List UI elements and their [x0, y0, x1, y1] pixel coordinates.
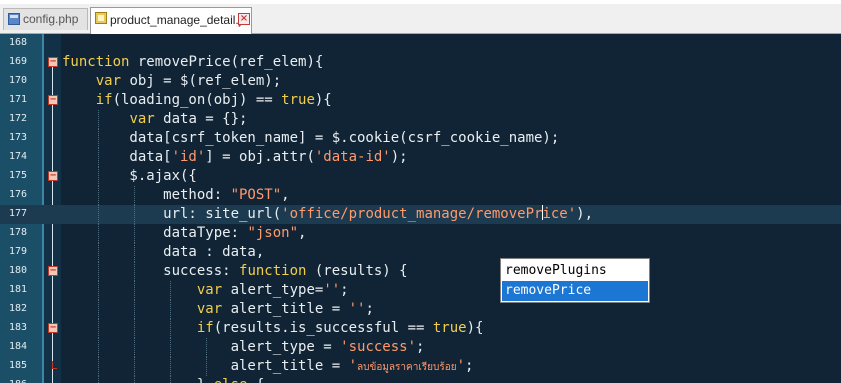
- fold-toggle-icon[interactable]: −: [48, 95, 58, 105]
- code-line: 182 var alert_title = '';: [0, 300, 841, 319]
- line-text: url: site_url('office/product_manage/rem…: [62, 205, 594, 222]
- line-text: var alert_title = '';: [196, 301, 374, 317]
- tab-product-manage-detail-js[interactable]: product_manage_detail.js ×: [90, 7, 252, 34]
- line-text: data : data,: [62, 244, 265, 260]
- code-line: 180 − success: function (results) {: [0, 262, 841, 281]
- code-line: 175 − $.ajax({: [0, 167, 841, 186]
- code-line-current: 177 url: site_url('office/product_manage…: [0, 205, 841, 224]
- fold-toggle-icon[interactable]: −: [48, 57, 58, 67]
- line-text: alert_title = 'ลบข้อมูลราคาเรียบร้อย';: [62, 358, 474, 374]
- line-number: 182: [8, 303, 27, 314]
- line-text: var data = {};: [129, 111, 248, 127]
- line-number: 172: [8, 113, 27, 124]
- line-text: $.ajax({: [62, 168, 197, 184]
- line-text: method: "POST",: [62, 187, 290, 203]
- line-number: 169: [8, 56, 27, 67]
- fold-toggle-icon[interactable]: −: [48, 171, 58, 181]
- autocomplete-popup: removePlugins removePrice: [500, 258, 650, 303]
- code-editor[interactable]: 168 169 − function removePrice(ref_elem)…: [0, 34, 841, 383]
- line-number: 184: [8, 341, 27, 352]
- code-line: 169 − function removePrice(ref_elem){: [0, 53, 841, 72]
- line-text: success: function (results) {: [62, 263, 408, 279]
- line-number: 175: [8, 170, 27, 181]
- tab-config-php[interactable]: config.php: [3, 8, 88, 30]
- line-number: 173: [8, 132, 27, 143]
- line-number: 178: [8, 227, 27, 238]
- line-text: alert_type = 'success';: [62, 339, 425, 355]
- line-number: 177: [8, 208, 27, 219]
- php-file-icon: [8, 13, 20, 25]
- fold-toggle-icon[interactable]: −: [48, 323, 58, 333]
- code-line: 183 − if(results.is_successful == true){: [0, 319, 841, 338]
- code-line: 184 alert_type = 'success';: [0, 338, 841, 357]
- fold-toggle-icon[interactable]: −: [48, 266, 58, 276]
- line-text: data['id'] = obj.attr('data-id');: [62, 149, 408, 165]
- code-line: 178 dataType: "json",: [0, 224, 841, 243]
- line-text: data[csrf_token_name] = $.cookie(csrf_co…: [62, 130, 560, 146]
- code-line: 179 data : data,: [0, 243, 841, 262]
- code-line: 186 } else {: [0, 376, 841, 383]
- line-text: function removePrice(ref_elem){: [62, 54, 324, 70]
- code-line: 168: [0, 34, 841, 53]
- line-number: 179: [8, 246, 27, 257]
- line-number: 181: [8, 284, 27, 295]
- line-text: var alert_type='';: [196, 282, 349, 298]
- code-line: 174 data['id'] = obj.attr('data-id');: [0, 148, 841, 167]
- line-number: 180: [8, 265, 27, 276]
- code-line: 181 var alert_type='';: [0, 281, 841, 300]
- line-number: 186: [0, 378, 27, 383]
- tab-label: product_manage_detail.js: [110, 13, 248, 27]
- autocomplete-item[interactable]: removePlugins: [502, 261, 648, 281]
- tab-bar: config.php product_manage_detail.js ×: [0, 0, 841, 34]
- autocomplete-item-selected[interactable]: removePrice: [502, 281, 648, 301]
- menu-strip-edge: [0, 0, 841, 4]
- line-number: 183: [8, 322, 27, 333]
- line-text: if(results.is_successful == true){: [196, 320, 484, 336]
- code-line: 171 − if(loading_on(obj) == true){: [0, 91, 841, 110]
- line-number: 174: [8, 151, 27, 162]
- line-number: 171: [8, 94, 27, 105]
- line-text: } else {: [62, 376, 264, 383]
- code-line: 185 alert_title = 'ลบข้อมูลราคาเรียบร้อย…: [0, 357, 841, 376]
- code-line: 173 data[csrf_token_name] = $.cookie(csr…: [0, 129, 841, 148]
- line-number: 170: [8, 75, 27, 86]
- line-text: dataType: "json",: [62, 225, 307, 241]
- js-file-icon: [95, 12, 107, 24]
- code-line: 172 var data = {};: [0, 110, 841, 129]
- code-line: 176 method: "POST",: [0, 186, 841, 205]
- text-cursor: [542, 205, 544, 220]
- line-text: var obj = $(ref_elem);: [95, 73, 282, 89]
- line-number: 176: [8, 189, 27, 200]
- line-number: 185: [8, 360, 27, 371]
- fold-end-marker: [49, 361, 57, 369]
- close-tab-icon[interactable]: ×: [238, 13, 250, 25]
- tab-label: config.php: [23, 12, 79, 26]
- line-number: 168: [8, 37, 27, 48]
- line-text: if(loading_on(obj) == true){: [95, 92, 332, 108]
- code-line: 170 var obj = $(ref_elem);: [0, 72, 841, 91]
